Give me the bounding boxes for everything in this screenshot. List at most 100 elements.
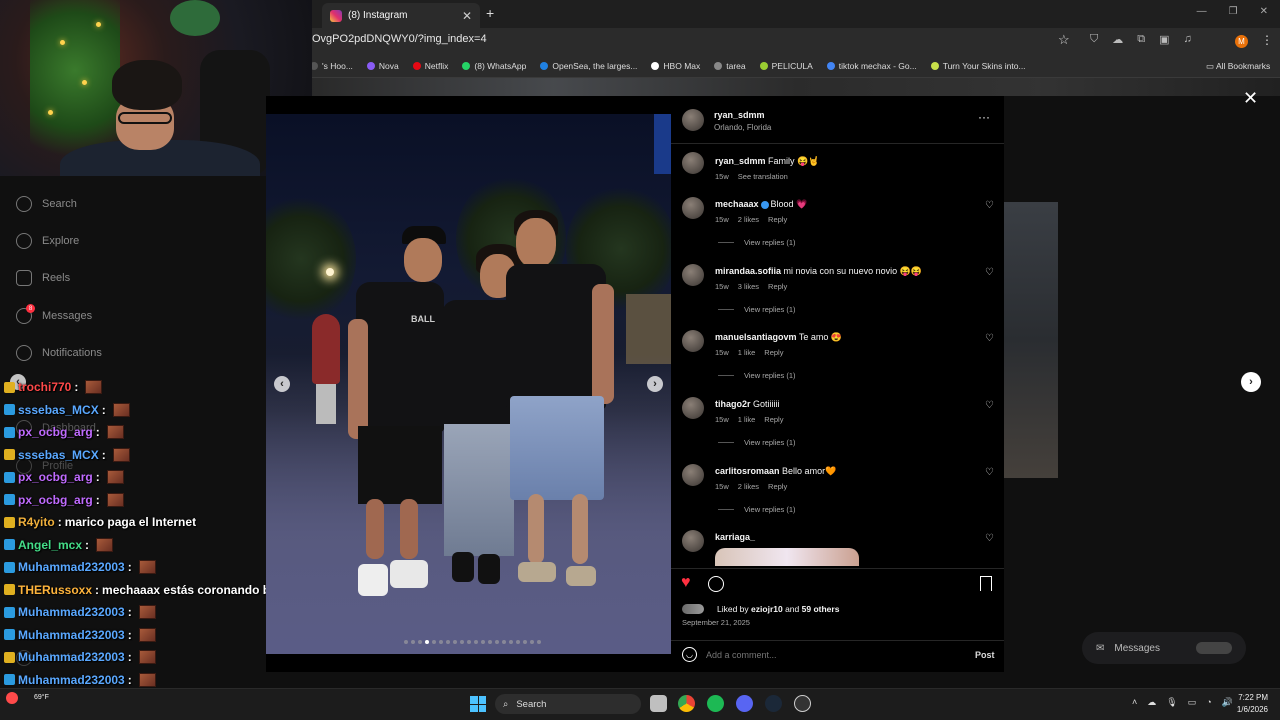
comment-like-heart-icon[interactable]: ♡: [985, 467, 994, 478]
profile-avatar[interactable]: M: [1235, 35, 1248, 48]
comment-username[interactable]: mechaaax: [715, 199, 759, 209]
tab-instagram[interactable]: (8) Instagram ✕: [322, 3, 480, 28]
comment-likes[interactable]: 2 likes: [738, 215, 759, 224]
bookmark-item[interactable]: 's Hoo...: [310, 61, 353, 71]
comment-like-heart-icon[interactable]: ♡: [985, 333, 994, 344]
comment-likes[interactable]: 3 likes: [738, 282, 759, 291]
comment-avatar[interactable]: [682, 197, 704, 219]
liked-by-others[interactable]: 59 others: [802, 604, 840, 614]
chat-username[interactable]: Angel_mcx: [18, 538, 82, 552]
comment-avatar[interactable]: [682, 264, 704, 286]
comment-avatar[interactable]: [682, 397, 704, 419]
view-replies-button[interactable]: View replies (1): [718, 371, 796, 380]
comment-username[interactable]: carlitosromaan: [715, 466, 780, 476]
floating-messages-button[interactable]: ✉ Messages: [1082, 632, 1246, 664]
network-icon[interactable]: ◔: [1206, 697, 1211, 708]
discord-icon[interactable]: [736, 695, 753, 712]
bookmark-item[interactable]: tarea: [714, 61, 746, 71]
chat-username[interactable]: sssebas_MCX: [18, 403, 99, 417]
comment-likes[interactable]: 1 like: [738, 348, 756, 357]
puzzle-extension-icon[interactable]: ⧉: [1137, 33, 1145, 46]
steam-icon[interactable]: [765, 695, 782, 712]
close-modal-icon[interactable]: ✕: [1243, 88, 1258, 109]
sidebar-item-notifications[interactable]: Notifications: [16, 345, 102, 361]
comment-like-heart-icon[interactable]: ♡: [985, 267, 994, 278]
windows-start-icon[interactable]: [470, 696, 486, 712]
caption-avatar[interactable]: [682, 152, 704, 174]
view-replies-button[interactable]: View replies (1): [718, 505, 796, 514]
comment-username[interactable]: karriaga_: [715, 532, 755, 542]
bookmark-item[interactable]: (8) WhatsApp: [462, 61, 526, 71]
chat-username[interactable]: THERussoxx: [18, 583, 92, 597]
reply-button[interactable]: Reply: [764, 348, 783, 357]
author-avatar[interactable]: [682, 109, 704, 131]
liked-by-user[interactable]: eziojr10: [751, 604, 783, 614]
comment-avatar[interactable]: [682, 330, 704, 352]
comment-username[interactable]: tihago2r: [715, 399, 751, 409]
bookmark-item[interactable]: tiktok mechax - Go...: [826, 61, 917, 71]
chat-username[interactable]: Muhammad232003: [18, 673, 125, 687]
see-translation-link[interactable]: See translation: [738, 172, 788, 181]
reply-button[interactable]: Reply: [768, 482, 787, 491]
like-heart-icon[interactable]: ♥: [681, 574, 691, 592]
reply-button[interactable]: Reply: [768, 282, 787, 291]
comment-like-heart-icon[interactable]: ♡: [985, 200, 994, 211]
view-replies-button[interactable]: View replies (1): [718, 438, 796, 447]
weather-widget[interactable]: 69°F: [34, 694, 49, 701]
comment-like-heart-icon[interactable]: ♡: [985, 533, 994, 544]
more-options-icon[interactable]: ···: [978, 110, 990, 124]
chat-username[interactable]: sssebas_MCX: [18, 448, 99, 462]
bookmark-star-icon[interactable]: ☆: [1058, 32, 1070, 48]
split-view-icon[interactable]: ▣: [1159, 33, 1169, 46]
comment-like-heart-icon[interactable]: ♡: [985, 400, 994, 411]
chat-username[interactable]: px_ocbg_arg: [18, 470, 93, 484]
comment-likes[interactable]: 2 likes: [738, 482, 759, 491]
comment-username[interactable]: mirandaa.sofiia: [715, 266, 781, 276]
media-control-icon[interactable]: ♫: [1184, 33, 1192, 46]
restore-icon[interactable]: ❐: [1229, 6, 1238, 17]
sidebar-item-search[interactable]: Search: [16, 196, 77, 212]
sidebar-item-explore[interactable]: Explore: [16, 233, 79, 249]
chevron-up-icon[interactable]: ˄: [1132, 697, 1137, 708]
microphone-icon[interactable]: 🎙: [1166, 697, 1177, 708]
chat-username[interactable]: px_ocbg_arg: [18, 493, 93, 507]
minimize-icon[interactable]: —: [1197, 6, 1207, 17]
post-comment-button[interactable]: Post: [975, 650, 995, 660]
taskbar-search[interactable]: ⌕ Search: [495, 694, 641, 714]
next-post-button[interactable]: ›: [1241, 372, 1261, 392]
comment-avatar[interactable]: [682, 464, 704, 486]
reply-button[interactable]: Reply: [764, 415, 783, 424]
cloud-icon[interactable]: ☁: [1147, 697, 1156, 708]
bookmark-item[interactable]: Netflix: [412, 61, 448, 71]
view-replies-button[interactable]: View replies (1): [718, 238, 796, 247]
bookmark-item[interactable]: Nova: [366, 61, 399, 71]
view-replies-button[interactable]: View replies (1): [718, 305, 796, 314]
comment-input[interactable]: [706, 646, 946, 664]
monitor-icon[interactable]: ▭: [1188, 697, 1197, 708]
spotify-icon[interactable]: [707, 695, 724, 712]
prev-image-button[interactable]: ‹: [274, 376, 290, 392]
app-icon[interactable]: [794, 695, 811, 712]
save-bookmark-icon[interactable]: [980, 576, 992, 591]
next-image-button[interactable]: ›: [647, 376, 663, 392]
emoji-icon[interactable]: ◡: [682, 647, 697, 662]
chat-username[interactable]: Muhammad232003: [18, 605, 125, 619]
chat-username[interactable]: Muhammad232003: [18, 628, 125, 642]
comment-icon[interactable]: [708, 576, 724, 592]
cloud-extension-icon[interactable]: ☁: [1112, 33, 1123, 46]
system-clock[interactable]: 7:22 PM 1/6/2026: [1224, 692, 1268, 716]
chrome-icon[interactable]: [678, 695, 695, 712]
chat-username[interactable]: R4yito: [18, 515, 55, 529]
bookmark-item[interactable]: OpenSea, the larges...: [540, 61, 637, 71]
new-tab-button[interactable]: +: [486, 5, 494, 21]
chat-username[interactable]: Muhammad232003: [18, 650, 125, 664]
comment-avatar[interactable]: [682, 530, 704, 552]
close-window-icon[interactable]: ✕: [1260, 6, 1268, 17]
close-tab-icon[interactable]: ✕: [462, 9, 472, 23]
post-author[interactable]: ryan_sdmm: [714, 110, 765, 120]
task-view-icon[interactable]: [650, 695, 667, 712]
chat-username[interactable]: trochi770: [18, 380, 71, 394]
chat-username[interactable]: px_ocbg_arg: [18, 425, 93, 439]
browser-menu-icon[interactable]: ⋮: [1261, 33, 1273, 47]
reply-button[interactable]: Reply: [768, 215, 787, 224]
